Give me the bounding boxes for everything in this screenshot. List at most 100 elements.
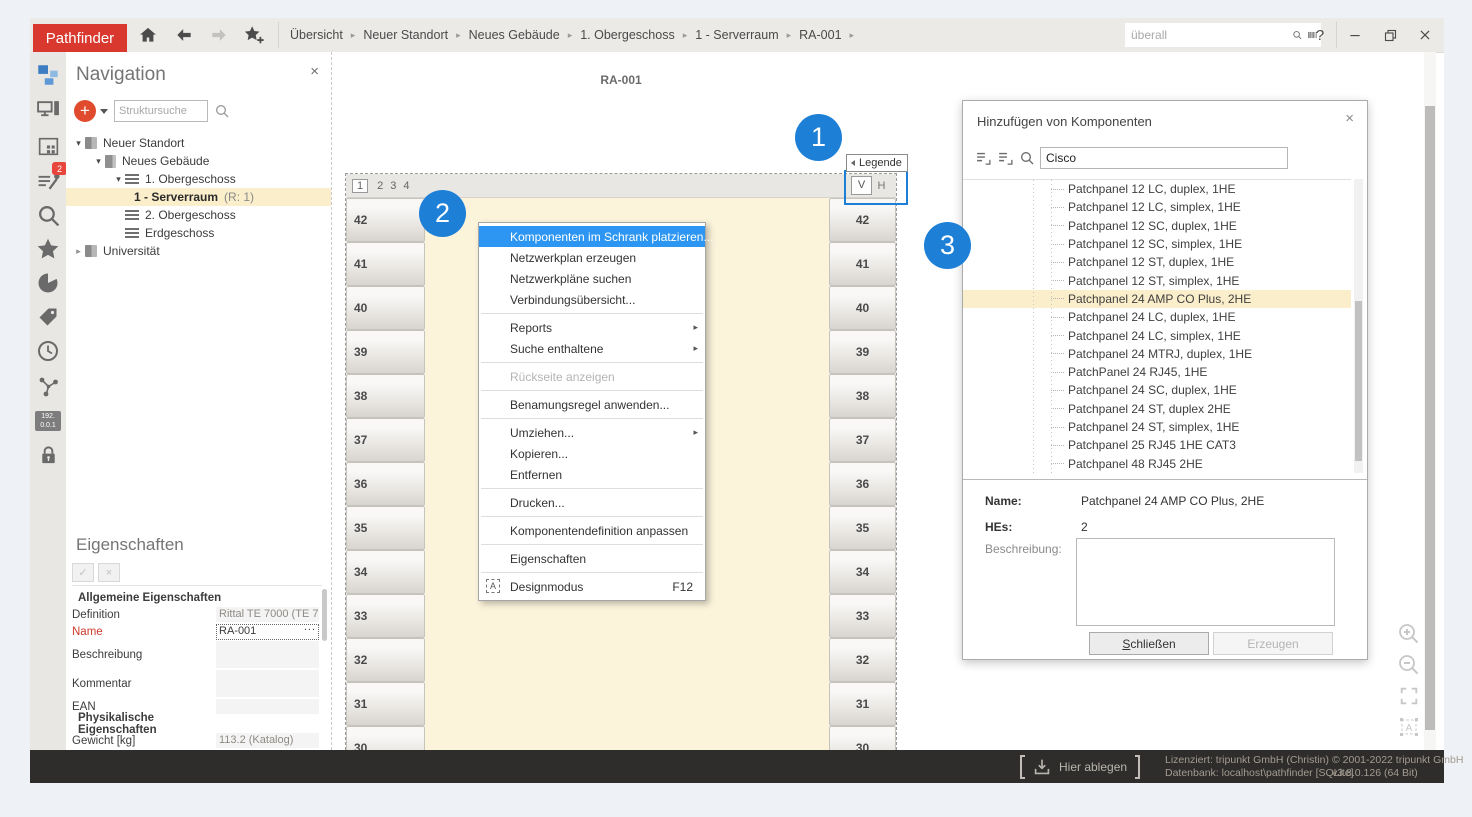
tree-expander-icon[interactable] xyxy=(72,246,85,257)
property-row[interactable]: Beschreibung xyxy=(66,640,319,669)
rack-unit-number-right[interactable]: 31 xyxy=(829,682,896,726)
restore-button[interactable] xyxy=(1377,23,1403,47)
rack-unit-number-right[interactable]: 33 xyxy=(829,594,896,638)
sidebar-item-topology[interactable] xyxy=(35,373,61,399)
tree-item[interactable]: 2. Obergeschoss xyxy=(66,206,331,224)
tree-item[interactable]: Universität xyxy=(66,242,331,260)
rack-unit-slot[interactable] xyxy=(425,638,829,682)
sidebar-item-history[interactable] xyxy=(35,338,61,364)
minimize-button[interactable] xyxy=(1342,23,1368,47)
rack-unit-number-left[interactable]: 38 xyxy=(346,374,425,418)
breadcrumb-item[interactable]: 1. Obergeschoss xyxy=(580,28,695,42)
tree-item[interactable]: Erdgeschoss xyxy=(66,224,331,242)
component-list-item[interactable]: Patchpanel 24 LC, duplex, 1HE xyxy=(963,308,1351,326)
close-dialog-button[interactable]: Schließen xyxy=(1089,632,1209,655)
component-list-item[interactable]: Patchpanel 12 SC, simplex, 1HE xyxy=(963,235,1351,253)
breadcrumb-item[interactable]: Übersicht xyxy=(290,28,363,42)
rack-unit-row[interactable]: 30 30 xyxy=(346,726,896,750)
property-value[interactable] xyxy=(216,641,319,669)
sidebar-item-rooms[interactable] xyxy=(35,133,61,159)
property-row[interactable]: Definition Rittal TE 7000 (TE 70 xyxy=(66,606,319,623)
forward-button[interactable] xyxy=(207,24,231,46)
menu-item[interactable]: Drucken... xyxy=(479,492,705,513)
rack-unit-number-left[interactable]: 39 xyxy=(346,330,425,374)
rack-unit-number-right[interactable]: 32 xyxy=(829,638,896,682)
help-button[interactable]: ? xyxy=(1307,23,1333,47)
collapse-all-icon[interactable] xyxy=(997,150,1014,167)
component-list-item[interactable]: Patchpanel 24 MTRJ, duplex, 1HE xyxy=(963,345,1351,363)
component-list-item[interactable]: Patchpanel 12 ST, simplex, 1HE xyxy=(963,271,1351,289)
menu-item[interactable]: Verbindungsübersicht... xyxy=(479,289,705,310)
property-row[interactable]: Allgemeine Eigenschaften xyxy=(66,589,319,606)
rack-unit-row[interactable]: 32 32 xyxy=(346,638,896,682)
sidebar-item-structure[interactable] xyxy=(35,62,61,88)
add-node-dropdown-icon[interactable] xyxy=(100,109,108,114)
canvas-scrollbar[interactable] xyxy=(1424,52,1436,750)
rack-unit-number-right[interactable]: 34 xyxy=(829,550,896,594)
apply-button[interactable]: ✓ xyxy=(72,563,94,582)
menu-item[interactable]: Komponenten im Schrank platzieren... xyxy=(479,226,705,247)
close-button[interactable] xyxy=(1412,23,1438,47)
dialog-close-icon[interactable]: × xyxy=(1345,112,1354,126)
rack-unit-number-right[interactable]: 30 xyxy=(829,726,896,750)
back-button[interactable] xyxy=(172,24,196,46)
structure-search-icon[interactable] xyxy=(214,103,230,119)
property-row[interactable]: Name RA-001 xyxy=(66,623,319,640)
sidebar-item-reports[interactable] xyxy=(35,270,61,296)
legend-toggle[interactable]: Legende xyxy=(846,154,908,172)
menu-item[interactable]: Netzwerkplan erzeugen xyxy=(479,247,705,268)
sidebar-item-favorites[interactable] xyxy=(35,236,61,262)
component-list-scrollbar[interactable] xyxy=(1354,179,1363,473)
menu-item[interactable]: Umziehen... xyxy=(479,422,705,443)
discard-button[interactable]: × xyxy=(98,563,120,582)
property-value[interactable]: RA-001 xyxy=(216,624,319,640)
rack-unit-number-left[interactable]: 35 xyxy=(346,506,425,550)
create-button[interactable]: Erzeugen xyxy=(1213,632,1333,655)
breadcrumb-item[interactable]: Neues Gebäude xyxy=(469,28,581,42)
tree-expander-icon[interactable] xyxy=(72,138,85,149)
tree-expander-icon[interactable] xyxy=(92,156,105,167)
rack-unit-number-right[interactable]: 35 xyxy=(829,506,896,550)
property-value[interactable]: 113.2 (Katalog) xyxy=(216,733,319,749)
tree-item[interactable]: 1. Obergeschoss xyxy=(66,170,331,188)
tree-item[interactable]: 1 - Serverraum (R: 1) xyxy=(66,188,331,206)
sidebar-item-tags[interactable] xyxy=(35,304,61,330)
rack-unit-number-left[interactable]: 34 xyxy=(346,550,425,594)
component-list-item[interactable]: Patchpanel 24 AMP CO Plus, 2HE xyxy=(963,290,1351,308)
menu-item[interactable]: Suche enthaltene xyxy=(479,338,705,359)
menu-item[interactable]: Designmodus F12 xyxy=(479,576,705,597)
menu-item[interactable]: Rückseite anzeigen xyxy=(479,366,705,387)
navigation-close-icon[interactable]: × xyxy=(310,66,319,78)
component-list-item[interactable]: Patchpanel 48 RJ45 2HE xyxy=(963,454,1351,472)
rack-view-number[interactable]: 1 xyxy=(352,179,368,193)
property-row[interactable]: Physikalische Eigenschaften xyxy=(66,715,319,732)
property-row[interactable]: Kommentar xyxy=(66,669,319,698)
properties-scrollbar[interactable] xyxy=(322,589,327,641)
menu-item[interactable]: Komponentendefinition anpassen xyxy=(479,520,705,541)
rack-unit-number-right[interactable]: 39 xyxy=(829,330,896,374)
menu-item[interactable]: Benamungsregel anwenden... xyxy=(479,394,705,415)
menu-item[interactable]: Eigenschaften xyxy=(479,548,705,569)
structure-search-input[interactable] xyxy=(114,100,208,122)
component-list-item[interactable]: Patchpanel 24 ST, duplex 2HE xyxy=(963,400,1351,418)
menu-item[interactable]: Netzwerkpläne suchen xyxy=(479,268,705,289)
sidebar-item-tasks[interactable]: 2 xyxy=(35,167,61,193)
rack-unit-number-left[interactable]: 40 xyxy=(346,286,425,330)
component-list-item[interactable]: Patchpanel 24 SC, duplex, 1HE xyxy=(963,381,1351,399)
tree-item[interactable]: Neuer Standort xyxy=(66,134,331,152)
zoom-out-button[interactable] xyxy=(1396,652,1422,678)
global-search-input[interactable] xyxy=(1125,28,1292,42)
sidebar-item-search[interactable] xyxy=(35,202,61,228)
menu-item[interactable]: Reports xyxy=(479,317,705,338)
rack-unit-number-left[interactable]: 41 xyxy=(346,242,425,286)
component-list-item[interactable]: Patchpanel 12 LC, duplex, 1HE xyxy=(963,180,1351,198)
tree-expander-icon[interactable] xyxy=(112,174,125,185)
rack-view-number[interactable]: 4 xyxy=(403,180,409,192)
expand-all-icon[interactable] xyxy=(975,150,992,167)
search-icon[interactable] xyxy=(1292,27,1303,43)
rack-unit-number-left[interactable]: 37 xyxy=(346,418,425,462)
app-menu-button[interactable]: Pathfinder xyxy=(33,24,127,52)
zoom-fit-button[interactable] xyxy=(1396,683,1422,709)
component-list-item[interactable]: Patchpanel 12 SC, duplex, 1HE xyxy=(963,217,1351,235)
breadcrumb-item[interactable]: 1 - Serverraum xyxy=(695,28,799,42)
